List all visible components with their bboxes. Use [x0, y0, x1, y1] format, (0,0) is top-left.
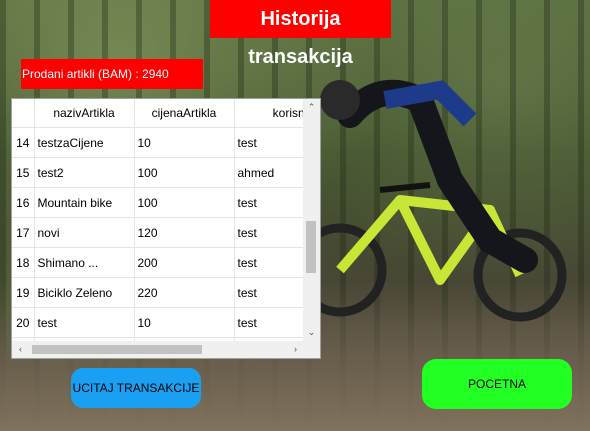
cell-korisnik[interactable]: ahmed: [234, 157, 304, 188]
scroll-left-icon[interactable]: ‹: [12, 341, 29, 358]
cell-cijena[interactable]: 100: [134, 157, 235, 188]
table-row[interactable]: 15 test2 100 ahmed: [12, 157, 304, 188]
row-number: 14: [12, 127, 35, 158]
page-title: Historija transakcija: [210, 0, 391, 68]
cell-cijena[interactable]: 10: [134, 127, 235, 158]
row-number: 17: [12, 217, 35, 248]
cell-naziv[interactable]: Shimano ...: [34, 247, 135, 278]
load-transactions-button[interactable]: UCITAJ TRANSAKCIJE: [71, 368, 201, 408]
cell-korisnik[interactable]: test: [234, 127, 304, 158]
cell-cijena[interactable]: 220: [134, 277, 235, 308]
scroll-up-icon[interactable]: ⌃: [303, 99, 320, 116]
row-header-corner: [12, 99, 35, 128]
cell-naziv[interactable]: test2: [34, 157, 135, 188]
cell-cijena[interactable]: 100: [134, 187, 235, 218]
row-number: 20: [12, 307, 35, 338]
cell-cijena[interactable]: 200: [134, 247, 235, 278]
vertical-scrollbar[interactable]: ⌃ ⌄: [303, 99, 320, 341]
vertical-scroll-thumb[interactable]: [306, 221, 316, 273]
row-number: 19: [12, 277, 35, 308]
cell-naziv[interactable]: testzaCijene: [34, 127, 135, 158]
scroll-down-icon[interactable]: ⌄: [303, 324, 320, 341]
table-row[interactable]: 16 Mountain bike 100 test: [12, 187, 304, 218]
column-header-cijenaartikla[interactable]: cijenaArtikla: [134, 99, 235, 128]
scrollbar-corner: [303, 341, 320, 358]
table-row[interactable]: 19 Biciklo Zeleno 220 test: [12, 277, 304, 308]
transactions-grid[interactable]: nazivArtikla cijenaArtikla korisnik 14 t…: [11, 98, 321, 359]
table-row[interactable]: 17 novi 120 test: [12, 217, 304, 248]
table-row[interactable]: 14 testzaCijene 10 test: [12, 127, 304, 158]
horizontal-scroll-thumb[interactable]: [32, 345, 202, 354]
horizontal-scrollbar[interactable]: ‹ ›: [12, 341, 304, 358]
header-row: nazivArtikla cijenaArtikla korisnik: [12, 99, 304, 128]
cell-korisnik[interactable]: test: [234, 247, 304, 278]
cell-korisnik[interactable]: test: [234, 187, 304, 218]
scroll-right-icon[interactable]: ›: [287, 341, 304, 358]
cell-korisnik[interactable]: test: [234, 217, 304, 248]
column-header-korisnik[interactable]: korisnik: [234, 99, 304, 128]
cell-naziv[interactable]: Biciklo Zeleno: [34, 277, 135, 308]
cell-naziv[interactable]: Mountain bike: [34, 187, 135, 218]
cell-cijena[interactable]: 120: [134, 217, 235, 248]
cell-korisnik[interactable]: test: [234, 277, 304, 308]
cell-naziv[interactable]: novi: [34, 217, 135, 248]
row-number: 16: [12, 187, 35, 218]
cell-korisnik[interactable]: test: [234, 307, 304, 338]
row-number: 18: [12, 247, 35, 278]
table-row[interactable]: 20 test 10 test: [12, 307, 304, 338]
home-button[interactable]: POCETNA: [422, 359, 572, 409]
transactions-table: nazivArtikla cijenaArtikla korisnik 14 t…: [12, 99, 304, 341]
cell-naziv[interactable]: test: [34, 307, 135, 338]
cell-cijena[interactable]: 10: [134, 307, 235, 338]
column-header-nazivartikla[interactable]: nazivArtikla: [34, 99, 135, 128]
sold-items-total: Prodani artikli (BAM) : 2940: [21, 59, 203, 89]
table-row[interactable]: 18 Shimano ... 200 test: [12, 247, 304, 278]
row-number: 15: [12, 157, 35, 188]
grid-viewport: nazivArtikla cijenaArtikla korisnik 14 t…: [12, 99, 304, 341]
mountain-biker-image: [293, 79, 567, 322]
